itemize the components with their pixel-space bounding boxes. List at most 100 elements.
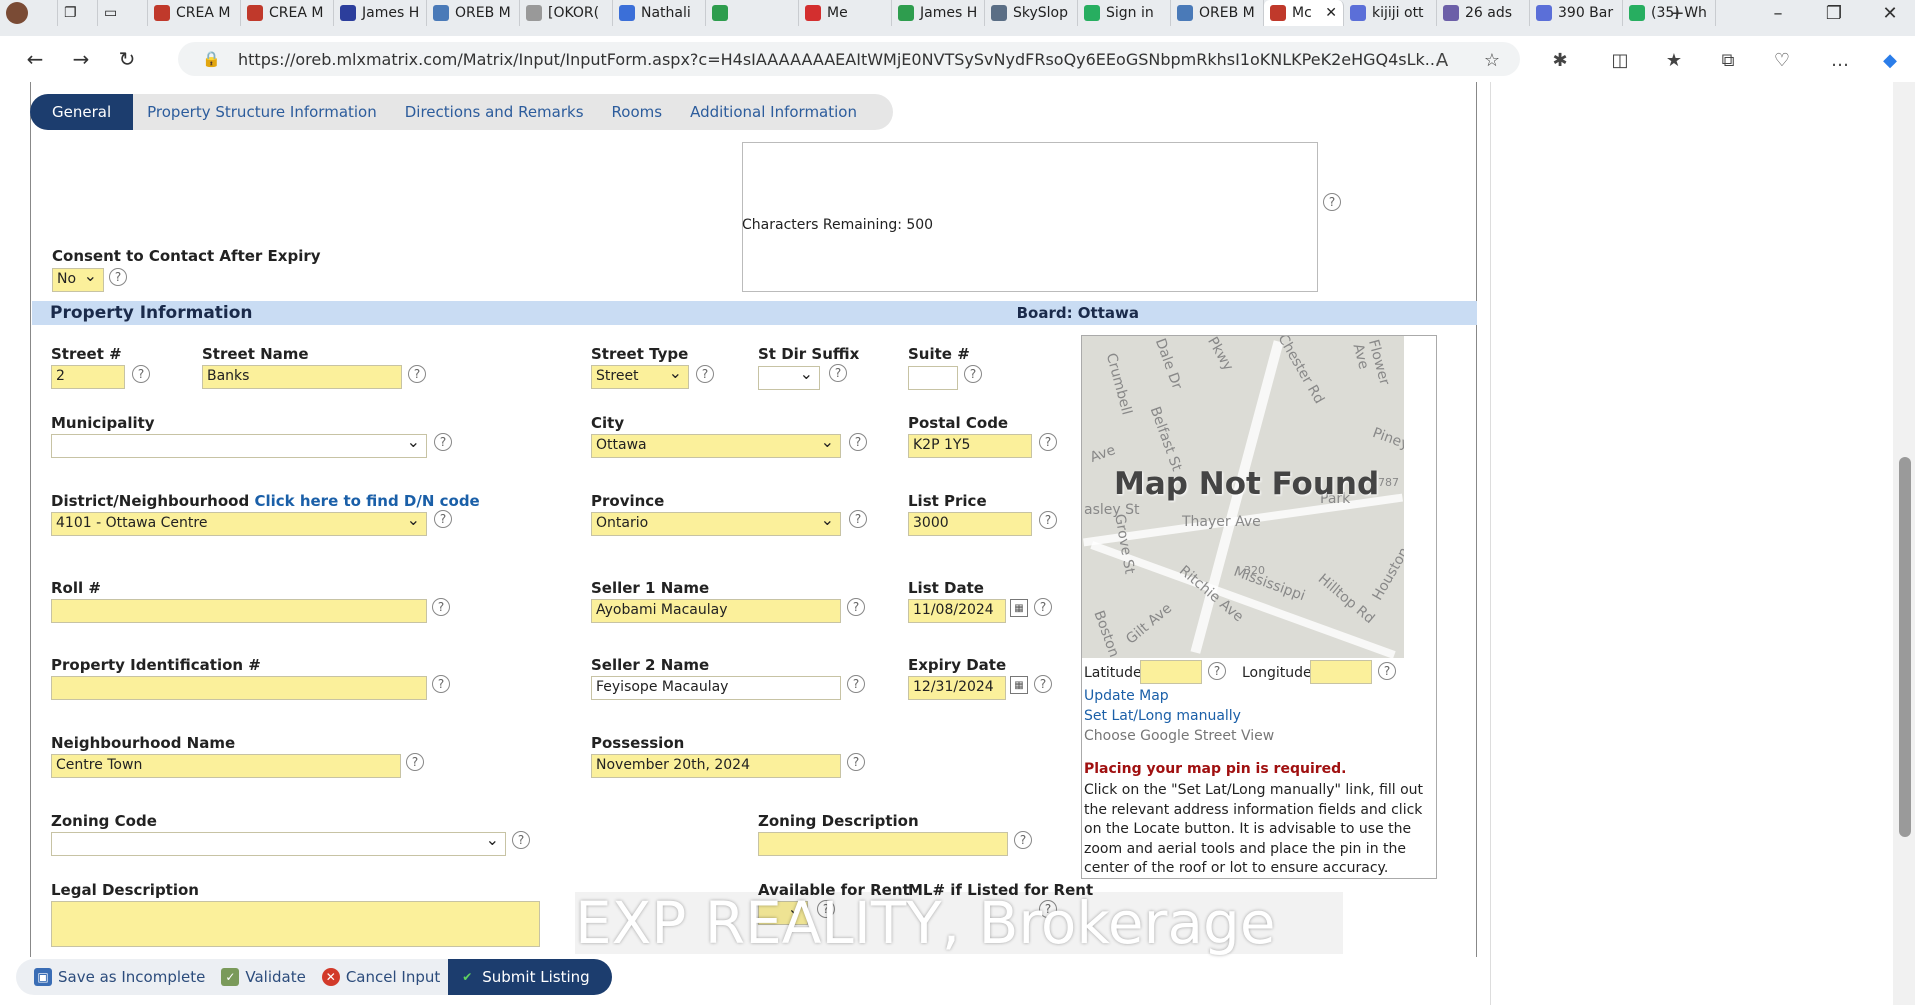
city-select[interactable]: Ottawa: [591, 434, 841, 458]
minimize-button[interactable]: –: [1758, 0, 1798, 26]
maximize-button[interactable]: ❐: [1814, 0, 1854, 26]
new-tab-button[interactable]: +: [1657, 0, 1697, 26]
browser-tab[interactable]: Nathali: [613, 0, 706, 26]
step-property-structure[interactable]: Property Structure Information: [133, 94, 391, 130]
browser-tab[interactable]: CREA M: [241, 0, 334, 26]
help-icon[interactable]: ?: [1208, 662, 1226, 680]
help-icon[interactable]: ?: [1039, 511, 1057, 529]
map-image[interactable]: Dale Dr Chester Rd Flower Ave Piney Belf…: [1082, 336, 1404, 658]
help-icon[interactable]: ?: [1034, 598, 1052, 616]
list-date-input[interactable]: 11/08/2024: [908, 599, 1006, 623]
help-icon[interactable]: ?: [696, 365, 714, 383]
legal-textarea[interactable]: [51, 901, 540, 947]
roll-input[interactable]: [51, 599, 427, 623]
pin-input[interactable]: [51, 676, 427, 700]
st-dir-select[interactable]: [758, 366, 820, 390]
street-num-input[interactable]: 2: [51, 365, 125, 389]
close-tab-icon[interactable]: ✕: [1325, 5, 1337, 21]
street-type-select[interactable]: Street: [591, 365, 689, 389]
expiry-input[interactable]: 12/31/2024: [908, 676, 1006, 700]
browser-tab[interactable]: [706, 0, 799, 26]
help-icon[interactable]: ?: [132, 365, 150, 383]
help-icon[interactable]: ?: [1039, 433, 1057, 451]
consent-select[interactable]: No: [52, 268, 104, 292]
browser-tab[interactable]: James H: [892, 0, 985, 26]
profile-avatar[interactable]: [0, 0, 58, 26]
set-latlong-link[interactable]: Set Lat/Long manually: [1084, 708, 1241, 724]
browser-tab[interactable]: OREB M: [1171, 0, 1264, 26]
browser-tab[interactable]: SkySlop: [985, 0, 1078, 26]
update-map-link[interactable]: Update Map: [1084, 688, 1169, 704]
help-icon[interactable]: ?: [847, 598, 865, 616]
help-icon[interactable]: ?: [408, 365, 426, 383]
validate-button[interactable]: ✓ Validate: [213, 959, 313, 995]
split-screen-icon[interactable]: ◫: [1606, 46, 1634, 74]
help-icon[interactable]: ?: [432, 598, 450, 616]
browser-tab[interactable]: Sign in: [1078, 0, 1171, 26]
latitude-input[interactable]: [1140, 660, 1202, 684]
settings-more-icon[interactable]: …: [1826, 46, 1854, 74]
save-incomplete-button[interactable]: ▣ Save as Incomplete: [26, 959, 213, 995]
cancel-input-button[interactable]: ✕ Cancel Input: [314, 959, 448, 995]
help-icon[interactable]: ?: [964, 365, 982, 383]
browser-tab[interactable]: James H: [334, 0, 427, 26]
browser-tab[interactable]: CREA M: [148, 0, 241, 26]
district-select[interactable]: 4101 - Ottawa Centre: [51, 512, 427, 536]
browser-tab[interactable]: 26 ads: [1437, 0, 1530, 26]
list-price-input[interactable]: 3000: [908, 512, 1032, 536]
zoning-desc-input[interactable]: [758, 832, 1008, 856]
browser-tab[interactable]: 390 Bar: [1530, 0, 1623, 26]
forward-button[interactable]: →: [58, 41, 104, 77]
tab-actions-button[interactable]: ▭: [98, 0, 148, 26]
copilot-icon[interactable]: ◆: [1876, 46, 1904, 74]
submit-listing-button[interactable]: ✔ Submit Listing: [448, 959, 612, 995]
scrollbar-thumb[interactable]: [1899, 457, 1911, 837]
suite-input[interactable]: [908, 366, 958, 390]
collections-icon[interactable]: ⧉: [1714, 46, 1742, 74]
refresh-button[interactable]: ↻: [104, 41, 150, 77]
nbhd-input[interactable]: Centre Town: [51, 754, 401, 778]
help-icon[interactable]: ?: [1014, 831, 1032, 849]
step-rooms[interactable]: Rooms: [598, 94, 677, 130]
read-aloud-icon[interactable]: A: [1428, 46, 1456, 74]
help-icon[interactable]: ?: [849, 510, 867, 528]
browser-tab[interactable]: kijiji ott: [1344, 0, 1437, 26]
help-icon[interactable]: ?: [406, 753, 424, 771]
help-icon[interactable]: ?: [849, 433, 867, 451]
help-icon[interactable]: ?: [432, 675, 450, 693]
postal-input[interactable]: K2P 1Y5: [908, 434, 1032, 458]
province-select[interactable]: Ontario: [591, 512, 841, 536]
help-icon[interactable]: ?: [1034, 675, 1052, 693]
workspaces-button[interactable]: ❐: [58, 0, 98, 26]
longitude-input[interactable]: [1310, 660, 1372, 684]
help-icon[interactable]: ?: [434, 433, 452, 451]
browser-tab[interactable]: OREB M: [427, 0, 520, 26]
browser-tab[interactable]: Me: [799, 0, 892, 26]
browser-tab[interactable]: [OKOR(: [520, 0, 613, 26]
street-name-input[interactable]: Banks: [202, 365, 402, 389]
help-icon[interactable]: ?: [829, 364, 847, 382]
help-icon[interactable]: ?: [847, 753, 865, 771]
step-general[interactable]: General: [30, 94, 134, 130]
help-icon[interactable]: ?: [434, 510, 452, 528]
scrollbar[interactable]: [1893, 82, 1915, 1005]
extensions-icon[interactable]: ✱: [1546, 46, 1574, 74]
seller2-input[interactable]: Feyisope Macaulay: [591, 676, 841, 700]
favorite-star-icon[interactable]: ☆: [1478, 46, 1506, 74]
zoning-code-select[interactable]: [51, 832, 506, 856]
find-dn-code-link[interactable]: Click here to find D/N code: [254, 492, 479, 510]
favorites-icon[interactable]: ★: [1660, 46, 1688, 74]
calendar-icon[interactable]: ▦: [1010, 676, 1028, 694]
browser-essentials-icon[interactable]: ♡: [1768, 46, 1796, 74]
help-icon[interactable]: ?: [512, 831, 530, 849]
help-icon[interactable]: ?: [847, 675, 865, 693]
address-bar[interactable]: 🔒 https://oreb.mlxmatrix.com/Matrix/Inpu…: [178, 42, 1520, 76]
help-icon[interactable]: ?: [1323, 193, 1341, 211]
calendar-icon[interactable]: ▦: [1010, 599, 1028, 617]
possession-input[interactable]: November 20th, 2024: [591, 754, 841, 778]
municipality-select[interactable]: [51, 434, 427, 458]
browser-tab[interactable]: Mc ✕: [1264, 0, 1344, 26]
step-additional-info[interactable]: Additional Information: [676, 94, 871, 130]
street-view-link[interactable]: Choose Google Street View: [1084, 728, 1274, 744]
help-icon[interactable]: ?: [1378, 662, 1396, 680]
